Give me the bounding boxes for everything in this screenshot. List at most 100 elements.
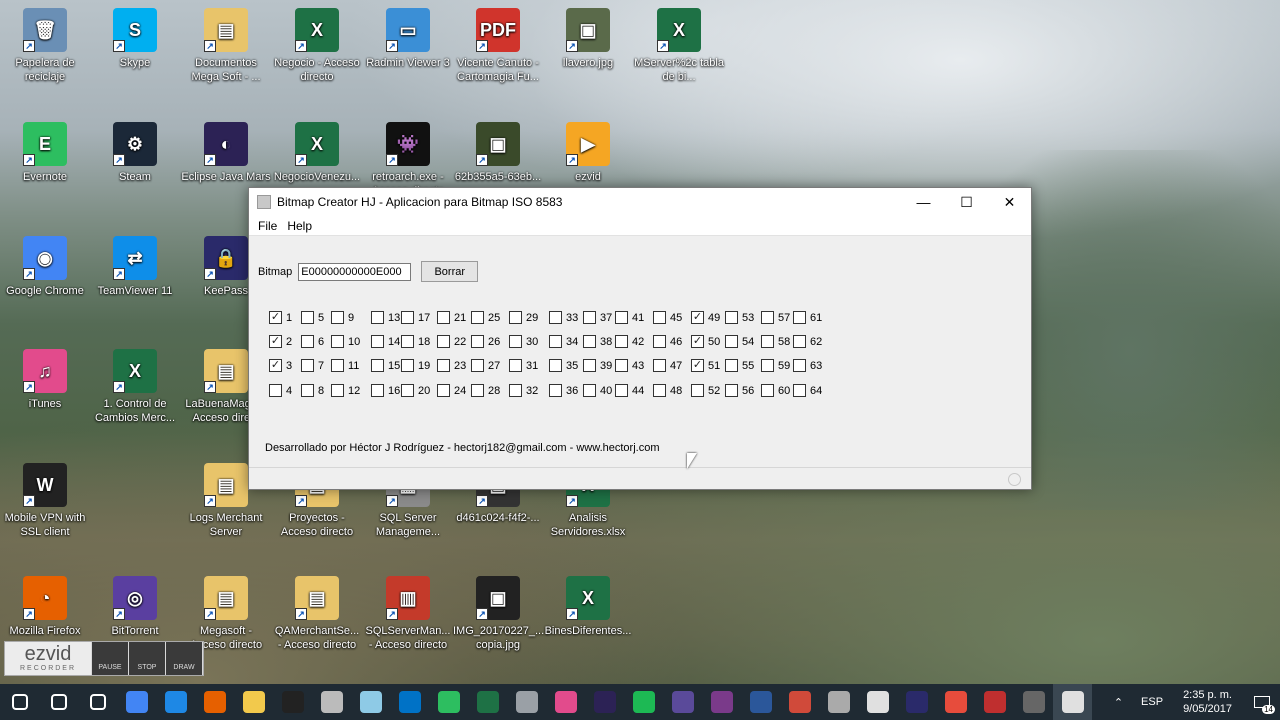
- field-checkbox-53[interactable]: 53: [725, 311, 754, 324]
- menu-help[interactable]: Help: [282, 219, 317, 233]
- field-checkbox-46[interactable]: 46: [653, 335, 682, 348]
- field-checkbox-18[interactable]: 18: [401, 335, 430, 348]
- clock[interactable]: 2:35 p. m. 9/05/2017: [1183, 688, 1232, 716]
- taskbar-eclipse-button[interactable]: [585, 684, 624, 720]
- field-checkbox-15[interactable]: 15: [371, 359, 400, 372]
- checkbox-box[interactable]: [471, 384, 484, 397]
- field-checkbox-28[interactable]: 28: [471, 384, 500, 397]
- checkbox-box[interactable]: [725, 359, 738, 372]
- taskbar-word-button[interactable]: [741, 684, 780, 720]
- checkbox-box[interactable]: [401, 311, 414, 324]
- taskbar-keepass-button[interactable]: [897, 684, 936, 720]
- checkbox-box[interactable]: [653, 311, 666, 324]
- checkbox-box[interactable]: [761, 359, 774, 372]
- taskbar-java-app-button[interactable]: [1053, 684, 1092, 720]
- taskbar-chrome-button[interactable]: [117, 684, 156, 720]
- checkbox-box[interactable]: [793, 335, 806, 348]
- minimize-button[interactable]: —: [902, 188, 945, 216]
- field-checkbox-47[interactable]: 47: [653, 359, 682, 372]
- desktop-shortcut[interactable]: ◔ ↗ Mozilla Firefox: [0, 576, 90, 638]
- ezvid-pause-button[interactable]: PAUSE: [92, 642, 128, 675]
- desktop-shortcut[interactable]: ▤ ↗ Documentos Mega Soft - ...: [181, 8, 271, 84]
- field-checkbox-4[interactable]: 4: [269, 384, 292, 397]
- taskbar-network-button[interactable]: [780, 684, 819, 720]
- taskbar-task-view-button[interactable]: [78, 684, 117, 720]
- field-checkbox-12[interactable]: 12: [331, 384, 360, 397]
- field-checkbox-56[interactable]: 56: [725, 384, 754, 397]
- tray-overflow-chevron-icon[interactable]: ⌃: [1114, 696, 1123, 709]
- field-checkbox-5[interactable]: 5: [301, 311, 324, 324]
- field-checkbox-23[interactable]: 23: [437, 359, 466, 372]
- taskbar-picasa-button[interactable]: [936, 684, 975, 720]
- taskbar-filezilla-button[interactable]: [975, 684, 1014, 720]
- checkbox-box[interactable]: [471, 359, 484, 372]
- field-checkbox-19[interactable]: 19: [401, 359, 430, 372]
- field-checkbox-1[interactable]: ✓ 1: [269, 311, 292, 324]
- field-checkbox-14[interactable]: 14: [371, 335, 400, 348]
- checkbox-box[interactable]: [793, 359, 806, 372]
- field-checkbox-8[interactable]: 8: [301, 384, 324, 397]
- field-checkbox-45[interactable]: 45: [653, 311, 682, 324]
- checkbox-box[interactable]: [725, 335, 738, 348]
- checkbox-box[interactable]: [331, 311, 344, 324]
- field-checkbox-43[interactable]: 43: [615, 359, 644, 372]
- field-checkbox-63[interactable]: 63: [793, 359, 822, 372]
- desktop-shortcut[interactable]: ▣ ↗ llavero.jpg: [543, 8, 633, 70]
- checkbox-box[interactable]: [331, 359, 344, 372]
- desktop-shortcut[interactable]: ▤ ↗ QAMerchantSe... - Acceso directo: [272, 576, 362, 652]
- field-checkbox-55[interactable]: 55: [725, 359, 754, 372]
- checkbox-box[interactable]: [471, 311, 484, 324]
- desktop-shortcut[interactable]: ◐ ↗ Eclipse Java Mars: [181, 122, 271, 184]
- checkbox-box[interactable]: [583, 311, 596, 324]
- field-checkbox-37[interactable]: 37: [583, 311, 612, 324]
- checkbox-box[interactable]: ✓: [269, 335, 282, 348]
- checkbox-box[interactable]: [401, 359, 414, 372]
- desktop-shortcut[interactable]: ♫ ↗ iTunes: [0, 349, 90, 411]
- action-center-icon[interactable]: 14: [1244, 684, 1280, 720]
- checkbox-box[interactable]: [761, 335, 774, 348]
- checkbox-box[interactable]: [615, 359, 628, 372]
- field-checkbox-52[interactable]: 52: [691, 384, 720, 397]
- taskbar-evernote-button[interactable]: [429, 684, 468, 720]
- checkbox-box[interactable]: [615, 311, 628, 324]
- field-checkbox-3[interactable]: ✓ 3: [269, 359, 292, 372]
- desktop-shortcut[interactable]: ⚙ ↗ Steam: [90, 122, 180, 184]
- field-checkbox-42[interactable]: 42: [615, 335, 644, 348]
- field-checkbox-30[interactable]: 30: [509, 335, 538, 348]
- desktop-shortcut[interactable]: ▣ ↗ 62b355a5-63eb...: [453, 122, 543, 184]
- field-checkbox-40[interactable]: 40: [583, 384, 612, 397]
- field-checkbox-44[interactable]: 44: [615, 384, 644, 397]
- field-checkbox-24[interactable]: 24: [437, 384, 466, 397]
- checkbox-box[interactable]: [691, 384, 704, 397]
- field-checkbox-31[interactable]: 31: [509, 359, 538, 372]
- checkbox-box[interactable]: [793, 311, 806, 324]
- taskbar-file-explorer-button[interactable]: [234, 684, 273, 720]
- checkbox-box[interactable]: [437, 384, 450, 397]
- taskbar-clipboard-button[interactable]: [312, 684, 351, 720]
- desktop-shortcut[interactable]: PDF ↗ Vicente Canuto - Cartomagia Fu...: [453, 8, 543, 84]
- field-checkbox-22[interactable]: 22: [437, 335, 466, 348]
- checkbox-box[interactable]: [437, 335, 450, 348]
- field-checkbox-32[interactable]: 32: [509, 384, 538, 397]
- desktop-shortcut[interactable]: ◎ ↗ BitTorrent: [90, 576, 180, 638]
- checkbox-box[interactable]: [653, 359, 666, 372]
- desktop-shortcut[interactable]: ▥ ↗ SQLServerMan... - Acceso directo: [363, 576, 453, 652]
- desktop-shortcut[interactable]: ▶ ↗ ezvid: [543, 122, 633, 184]
- checkbox-box[interactable]: [437, 359, 450, 372]
- field-checkbox-50[interactable]: ✓ 50: [691, 335, 720, 348]
- field-checkbox-2[interactable]: ✓ 2: [269, 335, 292, 348]
- desktop-shortcut[interactable]: S ↗ Skype: [90, 8, 180, 70]
- field-checkbox-49[interactable]: ✓ 49: [691, 311, 720, 324]
- checkbox-box[interactable]: [615, 384, 628, 397]
- taskbar-notepad-button[interactable]: [351, 684, 390, 720]
- desktop-shortcut[interactable]: X ↗ Negocio - Acceso directo: [272, 8, 362, 84]
- field-checkbox-21[interactable]: 21: [437, 311, 466, 324]
- checkbox-box[interactable]: [371, 359, 384, 372]
- language-indicator[interactable]: ESP: [1141, 696, 1163, 708]
- desktop-shortcut[interactable]: ⇄ ↗ TeamViewer 11: [90, 236, 180, 298]
- taskbar-eclipse-mars-button[interactable]: [663, 684, 702, 720]
- field-checkbox-20[interactable]: 20: [401, 384, 430, 397]
- field-checkbox-51[interactable]: ✓ 51: [691, 359, 720, 372]
- field-checkbox-48[interactable]: 48: [653, 384, 682, 397]
- taskbar-itunes-button[interactable]: [546, 684, 585, 720]
